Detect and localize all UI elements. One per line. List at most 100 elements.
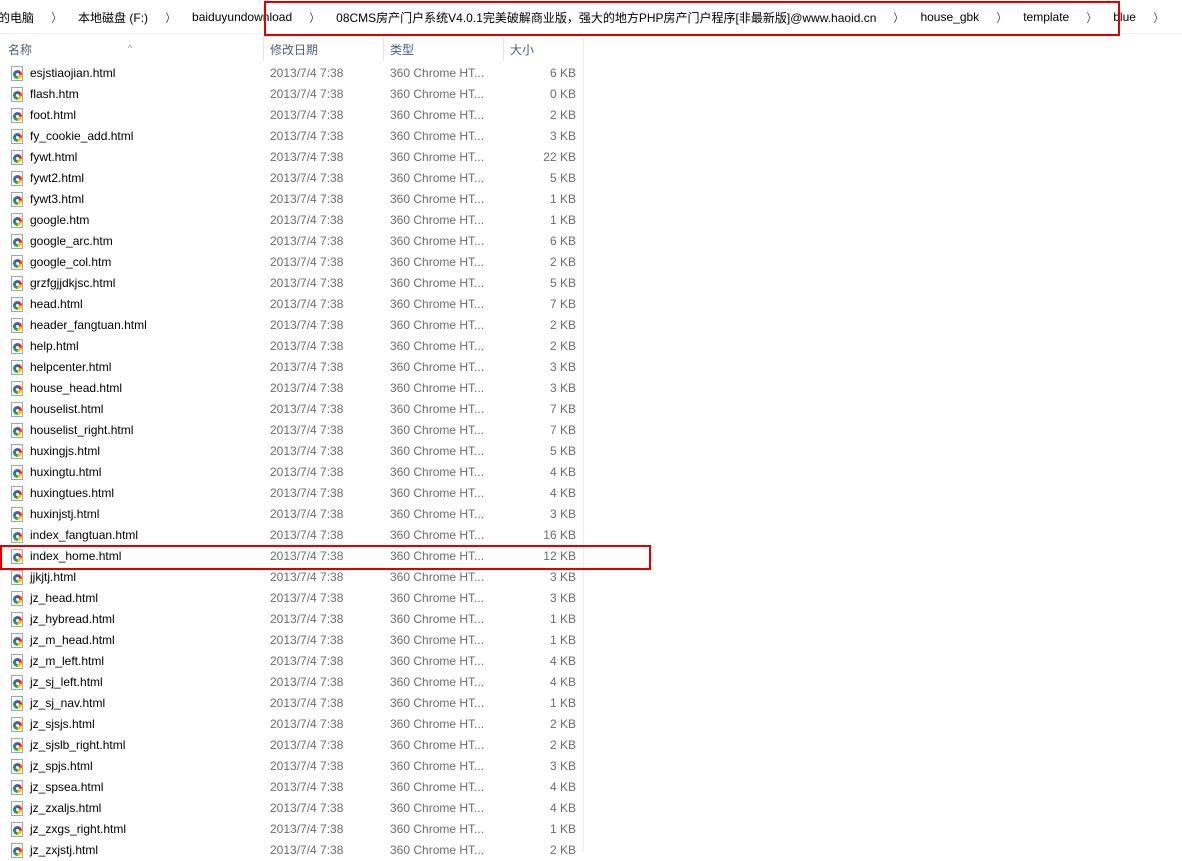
file-name: jz_spjs.html — [30, 759, 93, 773]
file-type: 360 Chrome HT... — [390, 213, 485, 227]
chevron-right-icon[interactable]: 〉 — [1144, 9, 1172, 26]
file-row[interactable]: huxingjs.html 2013/7/4 7:38 360 Chrome HT.… — [0, 441, 584, 462]
html-file-icon — [11, 591, 25, 606]
file-row[interactable]: jz_hybread.html 2013/7/4 7:38 360 Chrome H… — [0, 609, 584, 630]
file-size: 1 KB — [549, 612, 576, 626]
file-name: jjkjtj.html — [30, 570, 77, 584]
file-row[interactable]: index_fangtuan.html 2013/7/4 7:38 360 Chro… — [0, 525, 584, 546]
file-size: 1 KB — [549, 696, 576, 710]
column-header-row: 名称 ^ 修改日期 类型 大小 — [0, 37, 584, 61]
file-row[interactable]: fywt2.html 2013/7/4 7:38 360 Chrome HT... 5… — [0, 168, 584, 189]
chevron-right-icon[interactable]: 〉 — [42, 9, 70, 26]
file-type: 360 Chrome HT... — [390, 339, 485, 353]
file-row[interactable]: huxingtu.html 2013/7/4 7:38 360 Chrome HT.… — [0, 462, 584, 483]
file-date: 2013/7/4 7:38 — [270, 339, 344, 353]
file-size: 5 KB — [549, 276, 576, 290]
file-row[interactable]: flash.htm 2013/7/4 7:38 360 Chrome HT... 0 … — [0, 84, 584, 105]
file-row[interactable]: google.htm 2013/7/4 7:38 360 Chrome HT... 1… — [0, 210, 584, 231]
file-size: 1 KB — [549, 213, 576, 227]
file-row[interactable]: grzfgjjdkjsc.html 2013/7/4 7:38 360 Chrome… — [0, 273, 584, 294]
file-row[interactable]: help.html 2013/7/4 7:38 360 Chrome HT... 2 … — [0, 336, 584, 357]
file-name: jz_m_left.html — [30, 654, 105, 668]
file-row[interactable]: helpcenter.html 2013/7/4 7:38 360 Chrome H… — [0, 357, 584, 378]
file-row[interactable]: houselist_right.html 2013/7/4 7:38 360 Chr… — [0, 420, 584, 441]
column-header-type[interactable]: 类型 — [384, 37, 504, 61]
file-row[interactable]: jz_spsea.html 2013/7/4 7:38 360 Chrome HT.… — [0, 777, 584, 798]
file-row[interactable]: esjstiaojian.html 2013/7/4 7:38 360 Chrome… — [0, 63, 584, 84]
html-file-icon — [11, 780, 25, 795]
file-row[interactable]: jz_m_left.html 2013/7/4 7:38 360 Chrome HT… — [0, 651, 584, 672]
file-row[interactable]: huxinjstj.html 2013/7/4 7:38 360 Chrome HT… — [0, 504, 584, 525]
html-file-icon — [11, 360, 25, 375]
html-file-icon — [11, 192, 25, 207]
html-file-icon — [11, 570, 25, 585]
html-file-icon — [11, 129, 25, 144]
file-row[interactable]: jz_zxaljs.html 2013/7/4 7:38 360 Chrome HT… — [0, 798, 584, 819]
column-header-name[interactable]: 名称 ^ — [0, 37, 264, 61]
html-file-icon — [11, 633, 25, 648]
file-row[interactable]: jz_m_head.html 2013/7/4 7:38 360 Chrome HT… — [0, 630, 584, 651]
html-file-icon — [11, 423, 25, 438]
file-size: 3 KB — [549, 507, 576, 521]
html-file-icon — [11, 696, 25, 711]
file-name: huxingtu.html — [30, 465, 102, 479]
html-file-icon — [11, 528, 25, 543]
file-row[interactable]: google_col.htm 2013/7/4 7:38 360 Chrome HT… — [0, 252, 584, 273]
file-row[interactable]: jz_zxgs_right.html 2013/7/4 7:38 360 Chrom… — [0, 819, 584, 840]
file-row[interactable]: fywt.html 2013/7/4 7:38 360 Chrome HT... 22… — [0, 147, 584, 168]
file-size: 1 KB — [549, 192, 576, 206]
chevron-right-icon[interactable]: 〉 — [156, 9, 184, 26]
file-row[interactable]: jz_head.html 2013/7/4 7:38 360 Chrome HT..… — [0, 588, 584, 609]
file-name: jz_hybread.html — [30, 612, 115, 626]
file-size: 3 KB — [549, 759, 576, 773]
html-file-icon — [11, 234, 25, 249]
html-file-icon — [11, 717, 25, 732]
file-date: 2013/7/4 7:38 — [270, 507, 344, 521]
file-row[interactable]: jz_sj_nav.html 2013/7/4 7:38 360 Chrome HT… — [0, 693, 584, 714]
file-type: 360 Chrome HT... — [390, 675, 485, 689]
column-header-date[interactable]: 修改日期 — [264, 37, 384, 61]
file-row[interactable]: jjkjtj.html 2013/7/4 7:38 360 Chrome HT...… — [0, 567, 584, 588]
html-file-icon — [11, 381, 25, 396]
file-row[interactable]: google_arc.htm 2013/7/4 7:38 360 Chrome HT… — [0, 231, 584, 252]
file-row[interactable]: jz_zxjstj.html 2013/7/4 7:38 360 Chrome HT… — [0, 840, 584, 861]
file-size: 2 KB — [549, 339, 576, 353]
file-row[interactable]: fy_cookie_add.html 2013/7/4 7:38 360 Chrom… — [0, 126, 584, 147]
file-row[interactable]: header_fangtuan.html 2013/7/4 7:38 360 Chr… — [0, 315, 584, 336]
file-name: jz_sjsjs.html — [30, 717, 95, 731]
file-name: foot.html — [30, 108, 77, 122]
file-date: 2013/7/4 7:38 — [270, 822, 344, 836]
file-name: head.html — [30, 297, 83, 311]
file-name: houselist_right.html — [30, 423, 134, 437]
file-row[interactable]: jz_sjsjs.html 2013/7/4 7:38 360 Chrome HT.… — [0, 714, 584, 735]
file-date: 2013/7/4 7:38 — [270, 234, 344, 248]
breadcrumb-item-local-disk[interactable]: 本地磁盘 (F:) — [76, 9, 150, 26]
file-name: huxingtues.html — [30, 486, 115, 500]
file-type: 360 Chrome HT... — [390, 108, 485, 122]
file-date: 2013/7/4 7:38 — [270, 528, 344, 542]
file-name: houselist.html — [30, 402, 104, 416]
file-row[interactable]: jz_spjs.html 2013/7/4 7:38 360 Chrome HT..… — [0, 756, 584, 777]
html-file-icon — [11, 318, 25, 333]
file-date: 2013/7/4 7:38 — [270, 402, 344, 416]
file-date: 2013/7/4 7:38 — [270, 486, 344, 500]
file-name: google_arc.htm — [30, 234, 113, 248]
file-size: 4 KB — [549, 801, 576, 815]
column-header-size[interactable]: 大小 — [504, 37, 584, 61]
file-name: jz_sj_nav.html — [30, 696, 106, 710]
file-type: 360 Chrome HT... — [390, 192, 485, 206]
file-row[interactable]: house_head.html 2013/7/4 7:38 360 Chrome H… — [0, 378, 584, 399]
breadcrumb-item-this-pc[interactable]: 的电脑 — [0, 9, 36, 26]
file-row[interactable]: jz_sj_left.html 2013/7/4 7:38 360 Chrome H… — [0, 672, 584, 693]
html-file-icon — [11, 276, 25, 291]
file-row[interactable]: head.html 2013/7/4 7:38 360 Chrome HT... 7 … — [0, 294, 584, 315]
file-name: huxingjs.html — [30, 444, 101, 458]
file-type: 360 Chrome HT... — [390, 465, 485, 479]
file-row[interactable]: foot.html 2013/7/4 7:38 360 Chrome HT... 2 … — [0, 105, 584, 126]
file-type: 360 Chrome HT... — [390, 570, 485, 584]
file-list: esjstiaojian.html 2013/7/4 7:38 360 Chrome… — [0, 63, 584, 861]
file-row[interactable]: houselist.html 2013/7/4 7:38 360 Chrome HT… — [0, 399, 584, 420]
file-row[interactable]: jz_sjslb_right.html 2013/7/4 7:38 360 Chro… — [0, 735, 584, 756]
file-row[interactable]: fywt3.html 2013/7/4 7:38 360 Chrome HT... 1… — [0, 189, 584, 210]
file-row[interactable]: huxingtues.html 2013/7/4 7:38 360 Chrome H… — [0, 483, 584, 504]
